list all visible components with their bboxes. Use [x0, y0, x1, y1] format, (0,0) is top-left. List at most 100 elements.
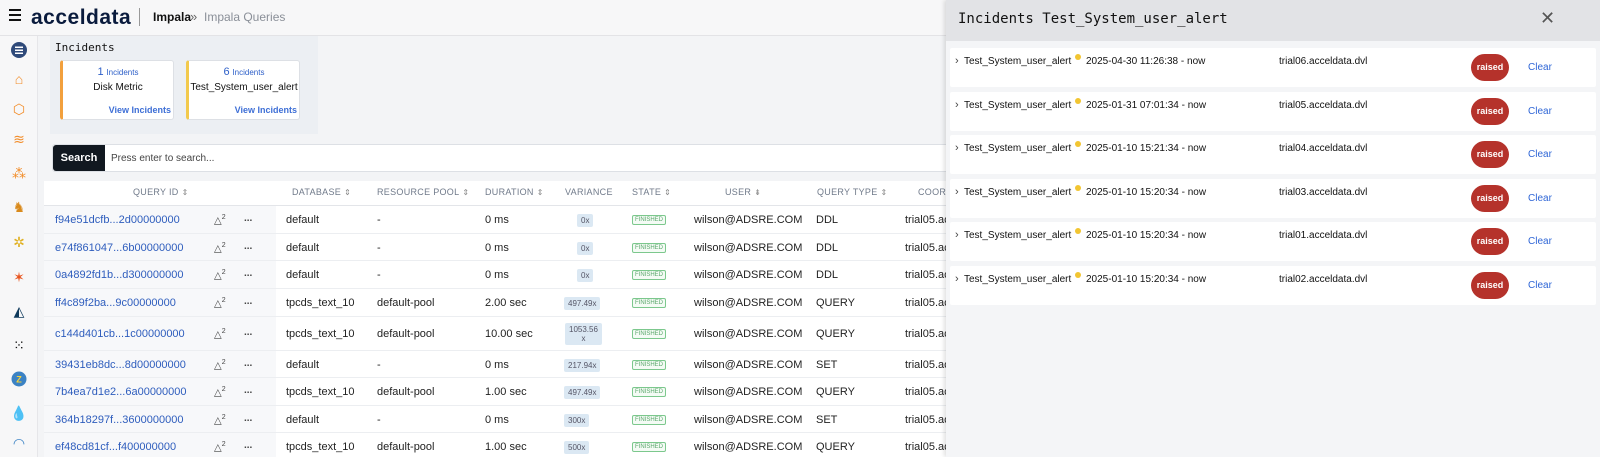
alert-time: 2025-01-31 07:01:34 - now [1086, 99, 1207, 111]
scroll-icon[interactable]: ◠ [10, 434, 28, 452]
table-row[interactable]: ef48cd81cf...f400000000 △2... tpcds_text_1… [44, 433, 950, 457]
more-actions-button[interactable]: ... [244, 385, 252, 396]
more-actions-button[interactable]: ... [244, 358, 252, 369]
more-actions-button[interactable]: ... [244, 413, 252, 424]
query-id-link[interactable]: f94e51dcfb...2d00000000 [55, 214, 180, 226]
menu-icon[interactable] [9, 9, 21, 21]
zookeeper-icon[interactable]: Z [10, 370, 28, 388]
clear-button[interactable]: Clear [1528, 280, 1552, 291]
chevron-right-icon[interactable]: › [955, 229, 959, 241]
close-icon[interactable]: ✕ [1540, 8, 1555, 29]
state-badge: FINISHED [632, 243, 667, 253]
table-row[interactable]: 7b4ea7d1e2...6a00000000 △2... tpcds_text_1… [44, 378, 950, 406]
clear-button[interactable]: Clear [1528, 236, 1552, 247]
query-id-link[interactable]: e74f861047...6b00000000 [55, 242, 183, 254]
more-actions-button[interactable]: ... [244, 440, 252, 451]
alert-row[interactable]: › Test_System_user_alert 2025-04-30 11:26:… [950, 48, 1596, 87]
more-actions-button[interactable]: ... [244, 241, 252, 252]
clear-button[interactable]: Clear [1528, 62, 1552, 73]
dolphin-icon[interactable]: ◭ [10, 302, 28, 320]
nodes-icon[interactable]: ⁙ [10, 336, 28, 354]
table-row[interactable]: e74f861047...6b00000000 △2... default - 0 ms… [44, 234, 950, 261]
alert-icon[interactable]: △2 [214, 242, 226, 254]
search-button[interactable]: Search [53, 145, 105, 171]
cube-icon[interactable]: ⬡ [10, 100, 28, 118]
alert-row[interactable]: › Test_System_user_alert 2025-01-10 15:20:… [950, 178, 1596, 218]
status-dot [1075, 97, 1081, 104]
chevron-right-icon[interactable]: › [955, 186, 959, 198]
incident-card-disk-metric[interactable]: 1 Incidents Disk Metric View Incidents [60, 60, 174, 120]
alert-icon[interactable]: △2 [214, 441, 226, 453]
clear-button[interactable]: Clear [1528, 106, 1552, 117]
more-actions-button[interactable]: ... [244, 296, 252, 307]
breadcrumb-impala[interactable]: Impala [153, 10, 191, 24]
alert-row[interactable]: › Test_System_user_alert 2025-01-10 15:20:… [950, 265, 1596, 305]
query-id-link[interactable]: 364b18297f...3600000000 [55, 414, 183, 426]
view-incidents-link[interactable]: View Incidents [235, 105, 297, 115]
chevron-right-icon[interactable]: › [955, 273, 959, 285]
table-row[interactable]: 39431eb8dc...8d00000000 △2... default - 0 ms… [44, 351, 950, 378]
table-row[interactable]: c144d401cb...1c00000000 △2... tpcds_text_1… [44, 317, 950, 351]
alert-row[interactable]: › Test_System_user_alert 2025-01-10 15:20:… [950, 222, 1596, 261]
raised-badge: raised [1471, 271, 1509, 299]
alert-row[interactable]: › Test_System_user_alert 2025-01-31 07:01:… [950, 91, 1596, 131]
alert-icon[interactable]: △2 [214, 386, 226, 398]
spark-icon[interactable]: ✶ [10, 268, 28, 286]
breadcrumb-impala-queries: Impala Queries [204, 10, 286, 24]
alert-icon[interactable]: △2 [214, 297, 226, 309]
search-input[interactable] [111, 149, 911, 167]
alert-icon[interactable]: △2 [214, 214, 226, 226]
layers-icon[interactable]: ≋ [10, 130, 28, 148]
user-cell: wilson@ADSRE.COM [694, 441, 803, 453]
coordinator-cell: trial05.ac [905, 214, 950, 226]
table-row[interactable]: ff4c89f2ba...9c00000000 △2... tpcds_text_1… [44, 289, 950, 317]
chevron-right-icon[interactable]: › [955, 99, 959, 111]
header-resource-pool[interactable]: RESOURCE POOL ⇕ [377, 187, 469, 197]
home-icon[interactable]: ⌂ [10, 70, 28, 88]
clear-button[interactable]: Clear [1528, 149, 1552, 160]
view-incidents-link[interactable]: View Incidents [109, 105, 171, 115]
header-database[interactable]: DATABASE ⇕ [292, 187, 351, 197]
bee-icon[interactable]: ✲ [10, 233, 28, 251]
chevron-right-icon[interactable]: › [955, 55, 959, 67]
header-variance[interactable]: VARIANCE [565, 187, 613, 197]
query-id-link[interactable]: 0a4892fd1b...d300000000 [55, 269, 183, 281]
resource-pool-cell: - [377, 359, 381, 371]
database-cell: default [286, 359, 320, 371]
clear-button[interactable]: Clear [1528, 193, 1552, 204]
incident-name: Test_System_user_alert [190, 82, 298, 93]
state-badge: FINISHED [632, 270, 667, 280]
header-query-type[interactable]: QUERY TYPE ⇕ [817, 187, 888, 197]
table-row[interactable]: 0a4892fd1b...d300000000 △2... default - 0 ms… [44, 261, 950, 289]
alert-icon[interactable]: △2 [214, 359, 226, 371]
alert-icon[interactable]: △2 [214, 328, 226, 340]
database-cell: tpcds_text_10 [286, 441, 355, 453]
query-id-link[interactable]: ef48cd81cf...f400000000 [55, 441, 176, 453]
query-id-link[interactable]: 39431eb8dc...8d00000000 [55, 359, 186, 371]
chevron-right-icon[interactable]: › [955, 142, 959, 154]
header-user[interactable]: USER ⇟ [725, 187, 761, 197]
header-query-id[interactable]: QUERY ID ⇕ [133, 187, 189, 197]
header-state[interactable]: STATE ⇕ [632, 187, 671, 197]
table-row[interactable]: 364b18297f...3600000000 △2... default - 0 ms… [44, 406, 950, 433]
alert-row[interactable]: › Test_System_user_alert 2025-01-10 15:21:… [950, 135, 1596, 174]
table-row[interactable]: f94e51dcfb...2d00000000 △2... default - 0 ms… [44, 206, 950, 234]
status-dot [1075, 271, 1081, 278]
hierarchy-icon[interactable]: ⁂ [10, 164, 28, 182]
list-icon[interactable] [10, 41, 28, 59]
elephant-icon[interactable]: ♞ [10, 198, 28, 216]
drop-icon[interactable]: 💧 [10, 404, 28, 422]
incident-card-test-system-user-alert[interactable]: 6 Incidents Test_System_user_alert View … [186, 60, 300, 120]
alert-icon[interactable]: △2 [214, 414, 226, 426]
more-actions-button[interactable]: ... [244, 213, 252, 224]
query-id-link[interactable]: ff4c89f2ba...9c00000000 [55, 297, 176, 309]
query-id-link[interactable]: 7b4ea7d1e2...6a00000000 [55, 386, 187, 398]
alert-host: trial02.acceldata.dvl [1279, 273, 1368, 285]
database-cell: tpcds_text_10 [286, 328, 355, 340]
alert-icon[interactable]: △2 [214, 269, 226, 281]
query-id-link[interactable]: c144d401cb...1c00000000 [55, 328, 185, 340]
header-duration[interactable]: DURATION ⇕ [485, 187, 544, 197]
more-actions-button[interactable]: ... [244, 268, 252, 279]
more-actions-button[interactable]: ... [244, 327, 252, 338]
app-logo[interactable]: acceldata [31, 6, 131, 30]
